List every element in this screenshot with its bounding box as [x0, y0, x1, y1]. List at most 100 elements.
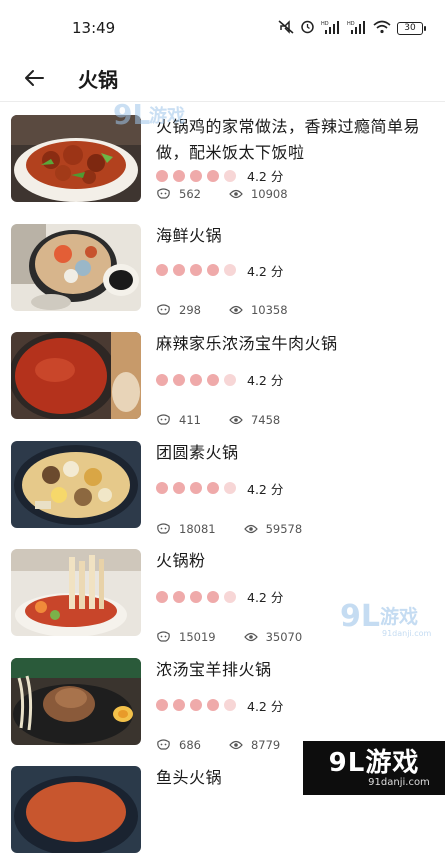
- signal-hd-icon-2: HD: [347, 20, 367, 37]
- likes-count: 15019: [179, 630, 216, 644]
- recipe-list-item[interactable]: 团圆素火锅 4.2 分 18081 59578: [0, 432, 445, 541]
- rating-dot: [224, 590, 236, 603]
- rating-dot: [190, 590, 202, 603]
- recipe-title: 火锅粉: [156, 551, 206, 570]
- rating-score: 4.2 分: [247, 373, 284, 388]
- rating-dot: [207, 482, 219, 494]
- rating-dot: [156, 264, 168, 276]
- eye-icon: [243, 632, 258, 642]
- views-count: 59578: [265, 521, 303, 536]
- watermark-logo: 9L游戏: [328, 747, 420, 778]
- rating-dot: [207, 264, 219, 276]
- stats-row: 15019 35070: [156, 630, 330, 644]
- recipe-thumbnail: [11, 440, 141, 528]
- stats-row: 18081 59578: [156, 522, 330, 536]
- battery-icon: 30: [397, 21, 426, 35]
- rating-row: 4.2 分: [156, 261, 283, 280]
- rating-score: 4.2 分: [247, 169, 284, 184]
- rating-dot: [207, 699, 219, 711]
- like-face-icon: [157, 738, 170, 750]
- rating-dot: [207, 590, 219, 603]
- recipe-thumbnail: [11, 332, 141, 419]
- signal-hd-icon-1: HD: [321, 20, 341, 37]
- views-count: 35070: [265, 630, 303, 644]
- rating-dot: [156, 699, 168, 711]
- recipe-thumbnail: [11, 657, 141, 745]
- rating-row: 4.2 分: [156, 479, 283, 498]
- views-stat: 35070: [243, 630, 303, 644]
- stats-row: 298 10358: [156, 303, 316, 317]
- recipe-list-item[interactable]: 火锅鸡的家常做法，香辣过瘾简单易做，配米饭太下饭啦 4.2 分 562 1090…: [0, 106, 445, 215]
- rating-row: 4.2 分: [156, 696, 283, 715]
- rating-row: 4.2 分: [156, 166, 283, 185]
- recipe-list-item[interactable]: 海鲜火锅 4.2 分 298 10358: [0, 215, 445, 324]
- eye-icon: [229, 415, 243, 425]
- like-face-icon: [157, 188, 170, 199]
- rating-dot: [224, 699, 236, 711]
- recipe-title: 浓汤宝羊排火锅: [156, 659, 272, 679]
- rating-score: 4.2 分: [247, 698, 284, 714]
- recipe-list-item[interactable]: 麻辣家乐浓汤宝牛肉火锅 4.2 分 411 7458: [0, 323, 445, 432]
- likes-count: 298: [179, 302, 201, 317]
- likes-count: 411: [179, 413, 201, 427]
- recipe-list-item[interactable]: 火锅粉 4.2 分 15019 35070: [0, 540, 445, 649]
- likes-stat: 298: [156, 303, 201, 317]
- rating-score: 4.2 分: [247, 590, 284, 605]
- rating-score: 4.2 分: [247, 481, 284, 497]
- views-count: 8779: [250, 737, 281, 752]
- recipe-title: 火锅鸡的家常做法，香辣过瘾简单易做，配米饭太下饭啦: [156, 117, 421, 162]
- divider: [0, 101, 445, 102]
- like-face-icon: [157, 414, 170, 425]
- recipe-title: 团圆素火锅: [156, 442, 239, 462]
- eye-icon: [243, 524, 258, 533]
- rating-dot: [173, 482, 185, 494]
- views-count: 7458: [250, 413, 281, 427]
- stats-row: 411 7458: [156, 413, 308, 427]
- likes-stat: 411: [156, 413, 201, 427]
- views-stat: 59578: [243, 521, 303, 536]
- status-icons: HD HD 30: [278, 19, 426, 37]
- recipe-thumbnail: [11, 549, 141, 636]
- recipe-thumbnail: [11, 115, 141, 202]
- like-face-icon: [157, 522, 170, 534]
- status-bar: 13:49 HD HD 30: [0, 0, 445, 56]
- mute-icon: [278, 19, 294, 37]
- rating-row: 4.2 分: [156, 370, 283, 389]
- rating-dot: [156, 482, 168, 494]
- views-stat: 10358: [229, 303, 288, 317]
- back-button[interactable]: [14, 58, 54, 98]
- rating-dot: [190, 169, 202, 182]
- rating-score: 4.2 分: [247, 263, 284, 279]
- wifi-icon: [373, 20, 391, 37]
- rating-dot: [224, 373, 236, 386]
- views-count: 10908: [250, 187, 288, 201]
- views-count: 10358: [250, 302, 288, 317]
- stats-row: 562 10908: [156, 187, 316, 201]
- svg-text:HD: HD: [321, 21, 329, 27]
- views-stat: 8779: [229, 738, 280, 752]
- rating-dot: [173, 264, 185, 276]
- likes-count: 562: [179, 187, 201, 201]
- stats-row: 686 8779: [156, 738, 308, 752]
- likes-stat: 562: [156, 187, 201, 201]
- rating-dot: [224, 169, 236, 182]
- rating-dot: [173, 590, 185, 603]
- eye-icon: [229, 189, 243, 199]
- rating-dot: [224, 482, 236, 494]
- rating-dot: [190, 482, 202, 494]
- app-bar: 火锅: [0, 56, 445, 100]
- likes-count: 18081: [179, 521, 216, 536]
- rating-dot: [224, 264, 236, 276]
- rating-dot: [173, 699, 185, 711]
- rating-dot: [173, 169, 185, 182]
- rating-dot: [156, 590, 168, 603]
- eye-icon: [229, 305, 243, 314]
- views-stat: 10908: [229, 187, 288, 201]
- page-title: 火锅: [78, 67, 118, 92]
- like-face-icon: [157, 631, 170, 642]
- recipe-thumbnail: [11, 766, 141, 853]
- rating-dot: [190, 699, 202, 711]
- likes-count: 686: [179, 737, 201, 752]
- rating-dot: [156, 169, 168, 182]
- recipe-title: 麻辣家乐浓汤宝牛肉火锅: [156, 334, 338, 353]
